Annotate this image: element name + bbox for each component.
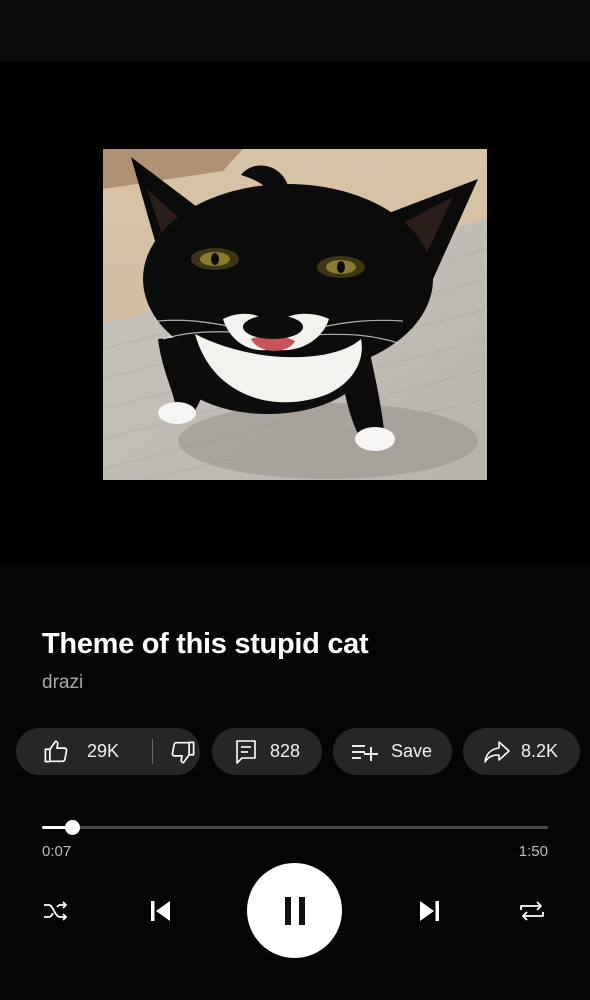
song-title: Theme of this stupid cat xyxy=(42,628,369,660)
skip-previous-icon xyxy=(147,899,173,923)
top-strip xyxy=(0,0,590,62)
duration: 1:50 xyxy=(518,843,548,860)
album-art[interactable] xyxy=(103,149,487,480)
next-button[interactable] xyxy=(410,893,450,929)
artist-name[interactable]: drazi xyxy=(42,672,83,694)
share-button[interactable]: 8.2K xyxy=(463,728,580,775)
share-icon xyxy=(483,740,511,764)
pause-icon xyxy=(282,895,308,927)
shuffle-icon xyxy=(42,899,70,923)
shuffle-button[interactable] xyxy=(36,893,76,929)
progress-track[interactable] xyxy=(42,820,548,835)
like-button[interactable]: 29K xyxy=(16,728,119,775)
skip-next-icon xyxy=(417,899,443,923)
play-pause-button[interactable] xyxy=(247,863,342,958)
comments-button[interactable]: 828 xyxy=(212,728,322,775)
comment-icon xyxy=(234,739,258,765)
save-button[interactable]: Save xyxy=(333,728,452,775)
current-time: 0:07 xyxy=(42,843,72,860)
playlist-add-icon xyxy=(351,742,379,762)
repeat-icon xyxy=(517,898,547,924)
dislike-button[interactable] xyxy=(170,739,197,766)
share-count: 8.2K xyxy=(521,741,559,761)
like-count: 29K xyxy=(87,741,120,761)
cat-image xyxy=(103,149,487,480)
thumbs-up-icon xyxy=(42,738,69,765)
like-divider xyxy=(152,739,153,764)
thumbs-down-icon xyxy=(170,739,197,766)
comment-count: 828 xyxy=(270,741,301,761)
previous-button[interactable] xyxy=(140,893,180,929)
like-dislike-group: 29K xyxy=(16,728,200,775)
repeat-button[interactable] xyxy=(512,893,552,929)
save-label: Save xyxy=(391,741,433,761)
